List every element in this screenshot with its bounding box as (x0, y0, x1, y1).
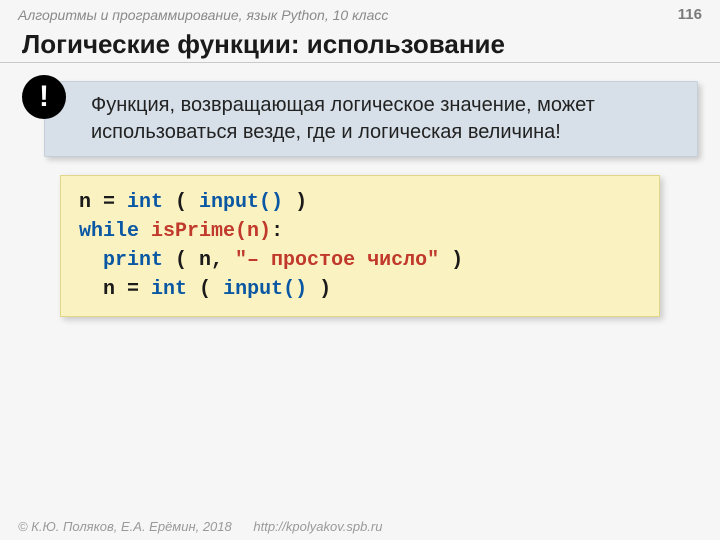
code-text: n = (103, 278, 151, 301)
code-text: ) (307, 278, 331, 301)
copyright: © К.Ю. Поляков, Е.А. Ерёмин, 2018 (18, 519, 232, 534)
slide-footer: © К.Ю. Поляков, Е.А. Ерёмин, 2018 http:/… (18, 519, 382, 534)
callout-text: Функция, возвращающая логическое значени… (44, 81, 698, 157)
exclamation-icon: ! (22, 75, 66, 119)
footer-url: http://kpolyakov.spb.ru (253, 519, 382, 534)
code-block: n = int ( input() ) while isPrime(n): pr… (60, 175, 660, 317)
code-text: ) (283, 191, 307, 214)
page-number: 116 (678, 6, 702, 23)
code-indent (79, 278, 103, 301)
code-text: ( n, (163, 249, 235, 272)
code-text: ( (163, 191, 199, 214)
code-string: "– простое число" (235, 249, 439, 272)
code-keyword-print: print (103, 249, 163, 272)
code-text: ) (439, 249, 463, 272)
code-indent (79, 249, 103, 272)
code-text: n = (79, 191, 127, 214)
code-fn-isprime: isPrime(n) (151, 220, 271, 243)
code-keyword-while: while (79, 220, 139, 243)
code-text (139, 220, 151, 243)
slide-header: Алгоритмы и программирование, язык Pytho… (0, 0, 720, 23)
code-text: : (271, 220, 283, 243)
course-label: Алгоритмы и программирование, язык Pytho… (18, 7, 388, 23)
code-keyword-int: int (127, 191, 163, 214)
code-keyword-input: input() (223, 278, 307, 301)
callout: ! Функция, возвращающая логическое значе… (44, 81, 698, 157)
code-text: ( (187, 278, 223, 301)
code-keyword-input: input() (199, 191, 283, 214)
code-keyword-int: int (151, 278, 187, 301)
page-title: Логические функции: использование (0, 23, 720, 63)
